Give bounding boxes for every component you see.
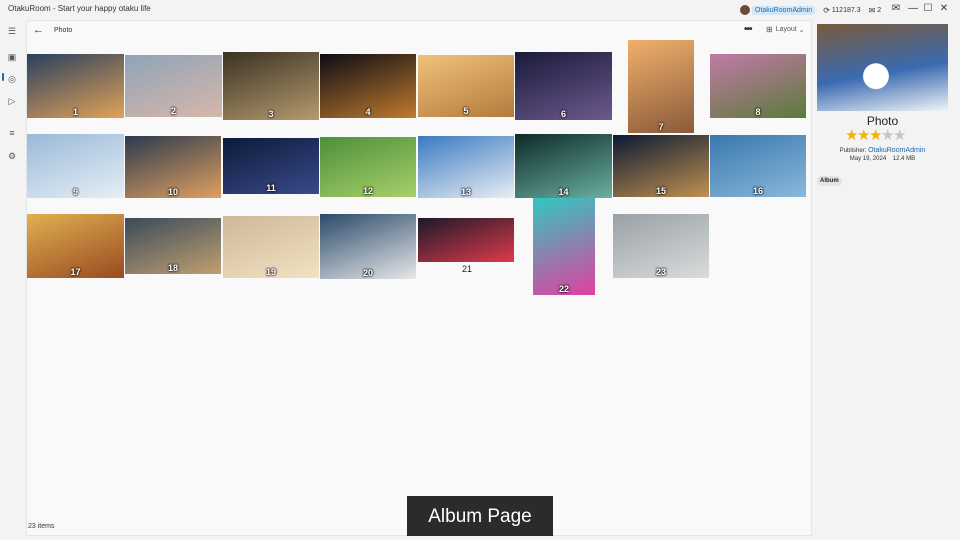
photo-thumbnail[interactable]: 11 [223,138,319,194]
gear-icon[interactable]: ⚙ [5,149,19,163]
thumbnail-number: 8 [755,107,761,117]
photo-thumbnail[interactable]: 4 [320,54,416,118]
thumbnail-number: 12 [362,186,373,196]
account-area: OtakuRoomAdmin ⟳ 112187.3 ✉ 2 [740,3,881,17]
thumbnail-number: 17 [70,267,81,277]
photo-thumbnail[interactable]: 9 [27,134,124,198]
minimize-button[interactable]: — [906,2,920,16]
account-name[interactable]: OtakuRoomAdmin [752,5,816,15]
points-value: 112187.3 [831,6,861,14]
star-icon[interactable]: ★ [893,128,906,144]
thumbnail-number: 3 [268,109,274,119]
photo-thumbnail[interactable]: 17 [27,214,124,278]
photo-thumbnail[interactable]: 16 [710,135,806,197]
thumbnail-number: 11 [266,183,276,193]
hamburger-menu-icon[interactable]: ☰ [5,24,19,38]
star-icon[interactable]: ★ [845,128,858,144]
star-icon[interactable]: ★ [857,128,870,144]
photo-thumbnail[interactable]: 19 [223,216,319,278]
photo-thumbnail[interactable]: 18 [125,218,221,274]
thumbnail-number: 7 [658,122,664,132]
thumbnail-number: 2 [170,106,176,116]
close-button[interactable]: ✕ [937,2,951,16]
thumbnail-number: 10 [167,187,178,197]
preview-image[interactable] [817,24,948,111]
album-page-banner: Album Page [407,496,553,536]
publisher-label: Publisher: [839,148,867,154]
photo-thumbnail[interactable]: 10 [125,136,221,198]
thumbnail-number: 18 [167,263,178,273]
thumbnail-number: 9 [72,187,78,197]
photo-thumbnail[interactable]: 23 [613,214,709,278]
layout-icon: ⊞ [766,25,773,34]
publisher-name[interactable]: OtakuRoomAdmin [868,147,925,154]
photo-thumbnail[interactable]: 20 [320,214,416,279]
photo-thumbnail[interactable]: 15 [613,135,709,197]
star-icon[interactable]: ★ [869,128,882,144]
photo-thumbnail[interactable]: 5 [418,55,514,117]
thumbnail-number: 1 [72,107,78,117]
thumbnail-number: 19 [265,267,276,277]
rating-stars[interactable]: ★ ★ ★ ★ ★ [845,128,906,144]
thumbnail-number: 20 [362,268,373,278]
layout-label: Layout [775,26,797,33]
window-title: OtakuRoom - Start your happy otaku life [8,4,151,13]
photo-thumbnail[interactable]: 2 [125,55,222,117]
thumbnail-number: 5 [463,106,469,116]
sidebar-selection-indicator [2,73,4,81]
photo-thumbnail[interactable]: 7 [628,40,694,133]
thumbnail-number: 16 [752,186,763,196]
photo-thumbnail[interactable]: 14 [515,134,612,198]
coin-icon: ⟳ [823,5,830,15]
star-icon[interactable]: ★ [881,128,894,144]
page-title: Photo [54,27,73,34]
maximize-button[interactable]: ☐ [921,2,935,16]
photo-thumbnail[interactable] [418,218,514,262]
file-size: 12.4 MB [892,156,916,162]
play-icon[interactable]: ▷ [5,94,19,108]
maximize-icon: ☐ [923,3,933,14]
photo-icon[interactable]: ▣ [5,50,19,64]
more-icon[interactable]: ••• [744,24,752,35]
publish-date: May 19, 2024 [849,156,887,162]
thumbnail-number: 15 [655,186,666,196]
thumbnail-number: 14 [558,187,569,197]
album-tag[interactable]: Album [817,176,842,186]
item-count: 23 items [28,523,55,530]
photo-thumbnail[interactable]: 6 [515,52,612,120]
messages-value: 2 [877,6,882,14]
chevron-down-icon: ⌄ [796,26,805,34]
back-arrow-icon[interactable]: ← [33,24,44,36]
messages-stat[interactable]: ✉ 2 [869,6,882,15]
details-title: Photo [866,114,899,128]
mail-icon: ✉ [891,3,901,14]
list-icon[interactable]: ≡ [5,126,19,140]
layout-button[interactable]: ⊞ Layout ⌄ [766,25,805,34]
publisher-line: Publisher: OtakuRoomAdmin [817,147,948,154]
thumbnail-number: 13 [460,187,471,197]
avatar[interactable] [740,5,750,15]
thumbnail-number: 22 [558,284,569,294]
close-icon: ✕ [939,3,949,14]
thumbnail-number: 4 [365,107,371,117]
thumbnail-number: 21 [462,264,473,274]
message-icon: ✉ [868,5,876,15]
points-stat[interactable]: ⟳ 112187.3 [823,6,860,15]
thumbnail-number: 23 [655,267,666,277]
photo-thumbnail[interactable]: 1 [27,54,124,118]
photo-thumbnail[interactable]: 22 [533,198,595,295]
photo-thumbnail[interactable]: 12 [320,137,416,197]
mail-button[interactable]: ✉ [889,2,903,16]
minimize-icon: — [908,3,918,14]
photo-thumbnail[interactable]: 13 [418,136,514,198]
photo-thumbnail[interactable]: 3 [223,52,319,120]
globe-icon[interactable]: ◎ [5,72,19,86]
photo-thumbnail[interactable]: 8 [710,54,806,118]
meta-line: May 19, 2024 12.4 MB [817,156,948,162]
thumbnail-number: 6 [560,109,566,119]
